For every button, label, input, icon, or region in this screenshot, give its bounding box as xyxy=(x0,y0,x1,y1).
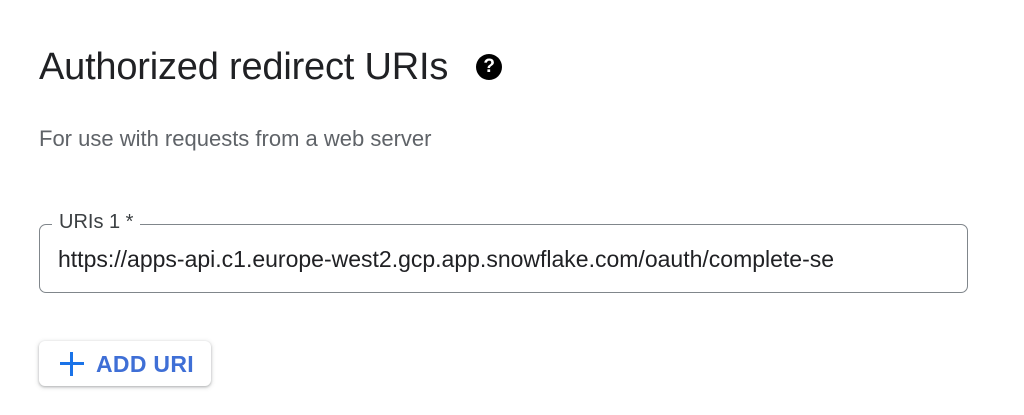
section-title: Authorized redirect URIs xyxy=(39,46,449,88)
title-row: Authorized redirect URIs ? xyxy=(39,44,503,90)
uri-input[interactable] xyxy=(58,243,950,275)
uri-field[interactable]: URIs 1 * xyxy=(39,208,968,293)
add-uri-label: ADD URI xyxy=(96,350,194,377)
authorized-redirect-uris-section: Authorized redirect URIs ? For use with … xyxy=(39,0,999,415)
section-subtitle: For use with requests from a web server xyxy=(39,126,432,151)
plus-icon xyxy=(59,351,85,377)
add-uri-button[interactable]: ADD URI xyxy=(39,341,211,386)
uri-field-label: URIs 1 * xyxy=(52,208,141,236)
help-icon[interactable]: ? xyxy=(476,54,503,80)
